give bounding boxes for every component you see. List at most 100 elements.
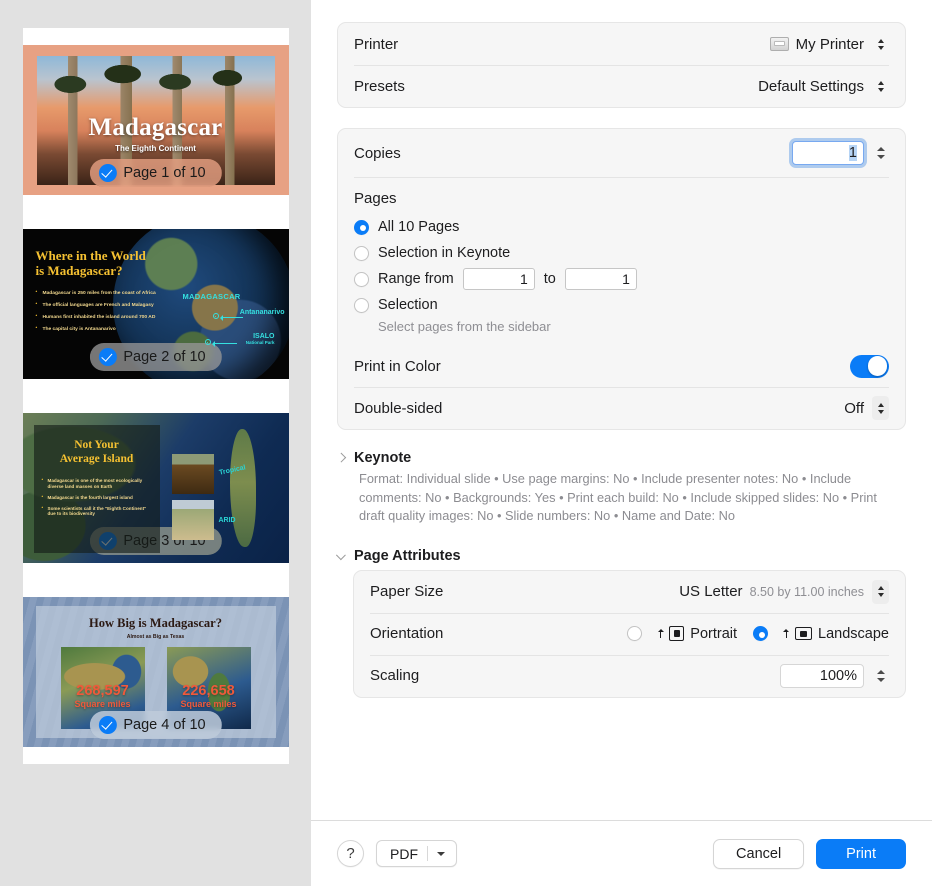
page-attributes-section-title: Page Attributes: [354, 547, 461, 564]
orientation-row[interactable]: Orientation Portrait Landscape: [354, 612, 905, 655]
copies-input[interactable]: 1: [792, 141, 864, 165]
slide-4-stat-unit: Square miles: [180, 699, 237, 710]
page-badge-4[interactable]: Page 4 of 10: [89, 711, 222, 739]
paper-size-row[interactable]: Paper Size US Letter 8.50 by 11.00 inche…: [354, 571, 905, 613]
selection-hint: Select pages from the sidebar: [378, 319, 551, 334]
chevron-up-icon: [877, 586, 884, 591]
print-in-color-row[interactable]: Print in Color: [338, 345, 905, 387]
landscape-page-icon: [795, 627, 813, 641]
page-badge-1[interactable]: Page 1 of 10: [89, 159, 222, 187]
slide-1-canvas: Madagascar The Eighth Continent Page 1 o…: [22, 45, 289, 195]
landscape-page-inner: [800, 630, 808, 637]
arrow-up-icon: [657, 628, 664, 639]
presets-row[interactable]: Presets Default Settings: [338, 65, 905, 107]
keynote-disclosure-header[interactable]: Keynote: [337, 450, 906, 466]
radio-portrait[interactable]: [627, 626, 643, 642]
orientation-portrait-option[interactable]: Portrait: [627, 626, 737, 642]
copies-stepper[interactable]: [873, 140, 889, 166]
double-sided-row[interactable]: Double-sided Off: [338, 387, 905, 429]
stepper-up-icon[interactable]: [877, 669, 885, 674]
chevron-up-icon: [877, 80, 884, 85]
copies-label: Copies: [354, 144, 401, 162]
slide-2-title-line1: Where in the World: [35, 248, 146, 263]
slide-1-subtitle: The Eighth Continent: [115, 144, 196, 153]
slide-3-title: Not Your Average Island: [42, 439, 152, 467]
double-sided-popup-chevron-icon[interactable]: [872, 396, 889, 420]
printer-value: My Printer: [795, 35, 864, 53]
slide-4-subtitle: Almost as Big as Texas: [126, 634, 185, 640]
printer-row[interactable]: Printer My Printer: [338, 23, 905, 65]
chevron-right-icon[interactable]: [337, 454, 346, 463]
pages-option-range[interactable]: Range from 1 to 1: [354, 266, 889, 292]
portrait-page-inner: [673, 630, 680, 638]
stepper-up-icon[interactable]: [877, 147, 885, 151]
scaling-stepper[interactable]: [873, 663, 889, 689]
pdf-button-label: PDF: [390, 845, 418, 862]
chevron-down-icon: [437, 851, 445, 856]
chevron-down-icon: [877, 593, 884, 598]
help-icon: ?: [346, 845, 355, 862]
paper-size-label: Paper Size: [370, 583, 444, 601]
chevron-down-icon: [877, 45, 884, 50]
slide-thumbnail-1[interactable]: Madagascar The Eighth Continent Page 1 o…: [22, 28, 289, 212]
scaling-input[interactable]: 100%: [780, 663, 864, 688]
radio-range-from[interactable]: [354, 271, 369, 287]
paper-size-popup-chevron-icon[interactable]: [872, 579, 889, 604]
slide-4-stat-number: 268,597: [76, 683, 129, 700]
slide-thumbnail-3[interactable]: Tropical ARID Not Your Average Island Ma…: [22, 396, 289, 580]
printer-icon: [769, 37, 789, 51]
slide-thumbnail-2[interactable]: Where in the World is Madagascar? Madaga…: [22, 212, 289, 396]
stepper-down-icon[interactable]: [877, 155, 885, 159]
printer-presets-group: Printer My Printer Presets Default Setti…: [337, 22, 906, 108]
slide-2-bullets: Madagascar is 250 miles from the coast o…: [36, 290, 169, 339]
divider: [427, 846, 428, 861]
slide-2-park-sub: National Park: [245, 339, 275, 345]
presets-popup-chevron-icon[interactable]: [872, 74, 889, 98]
paper-size-dimensions: 8.50 by 11.00 inches: [749, 584, 864, 599]
pages-option-all[interactable]: All 10 Pages: [354, 214, 889, 240]
slide-2-canvas: Where in the World is Madagascar? Madaga…: [22, 229, 289, 379]
range-from-input[interactable]: 1: [462, 268, 535, 290]
help-button[interactable]: ?: [337, 840, 364, 867]
slide-2-map-dot-park: [204, 339, 211, 345]
printer-popup-chevron-icon[interactable]: [872, 32, 889, 56]
cancel-button[interactable]: Cancel: [713, 838, 805, 869]
paper-size-value: US Letter: [679, 583, 743, 601]
scaling-row[interactable]: Scaling 100%: [354, 654, 905, 697]
stepper-down-icon[interactable]: [877, 677, 885, 682]
radio-selection[interactable]: [354, 297, 369, 313]
range-to-input[interactable]: 1: [564, 268, 637, 290]
pdf-button[interactable]: PDF: [376, 840, 457, 867]
scaling-value: 100%: [819, 667, 857, 684]
radio-landscape[interactable]: [753, 626, 769, 642]
orientation-label: Orientation: [370, 625, 444, 643]
radio-all-pages[interactable]: [354, 219, 369, 235]
scaling-label: Scaling: [370, 667, 420, 685]
pages-option-selection-in-keynote[interactable]: Selection in Keynote: [354, 240, 889, 266]
slide-2-bullet: Humans first inhabited the island around…: [36, 314, 169, 322]
radio-selection-in-keynote[interactable]: [354, 245, 369, 261]
pages-option-selection[interactable]: Selection: [354, 292, 889, 318]
radio-selection-in-keynote-label: Selection in Keynote: [378, 245, 511, 261]
copies-input-value: 1: [848, 145, 857, 161]
arrow-up-icon: [783, 628, 790, 639]
page-preview-sidebar[interactable]: Madagascar The Eighth Continent Page 1 o…: [0, 0, 311, 886]
slide-3-bullet: Some scientists call it the "Eighth Cont…: [42, 505, 152, 518]
check-icon: [98, 164, 117, 182]
slide-2-arrow-capital: [219, 314, 243, 322]
page-attributes-disclosure-header[interactable]: Page Attributes: [337, 548, 906, 564]
page-badge-label: Page 2 of 10: [123, 349, 206, 365]
slide-thumbnail-4[interactable]: How Big is Madagascar? Almost as Big as …: [22, 580, 289, 764]
copies-row[interactable]: Copies 1: [338, 129, 905, 177]
print-button[interactable]: Print: [816, 838, 906, 869]
orientation-landscape-option[interactable]: Landscape: [753, 626, 889, 642]
print-dialog: Madagascar The Eighth Continent Page 1 o…: [0, 0, 932, 886]
print-in-color-toggle[interactable]: [850, 354, 889, 378]
chevron-down-icon[interactable]: [337, 551, 346, 560]
slide-3-photo-tropical: [171, 454, 214, 494]
print-options-scroll-area[interactable]: Printer My Printer Presets Default Setti…: [311, 0, 932, 820]
cancel-button-label: Cancel: [736, 845, 782, 862]
chevron-down-icon: [877, 87, 884, 92]
page-badge-2[interactable]: Page 2 of 10: [89, 343, 222, 371]
slide-2-label-country: MADAGASCAR: [182, 292, 241, 301]
